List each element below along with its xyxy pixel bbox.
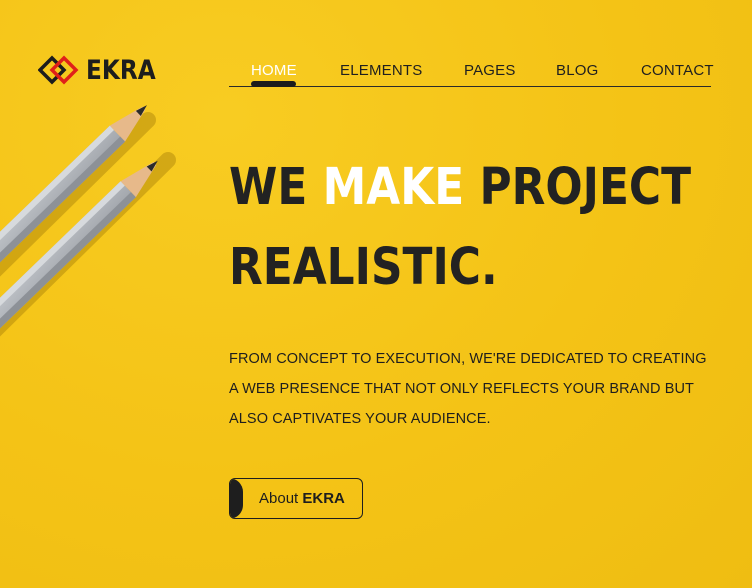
nav-active-indicator bbox=[251, 81, 296, 87]
description-line-2: A WEB PRESENCE THAT NOT ONLY REFLECTS YO… bbox=[229, 381, 695, 397]
about-button[interactable]: About EKRA bbox=[229, 478, 363, 519]
hero-word-we: WE bbox=[229, 158, 308, 217]
about-button-text: About bbox=[259, 490, 299, 507]
brand-name: EKRA bbox=[86, 54, 156, 86]
description-line-1: FROM CONCEPT TO EXECUTION, WE'RE DEDICAT… bbox=[229, 351, 707, 367]
hero-section: EKRA HOME ELEMENTS PAGES BLOG CONTACT WE… bbox=[0, 0, 752, 588]
interlocking-diamonds-icon bbox=[38, 55, 79, 85]
hero-description: FROM CONCEPT TO EXECUTION, WE'RE DEDICAT… bbox=[229, 344, 709, 434]
about-button-brand: EKRA bbox=[302, 490, 345, 507]
hero-word-make: MAKE bbox=[322, 158, 465, 217]
nav-home[interactable]: HOME bbox=[251, 62, 297, 79]
description-line-3: ALSO CAPTIVATES YOUR AUDIENCE. bbox=[229, 411, 491, 427]
button-half-circle-icon bbox=[230, 479, 243, 518]
nav-contact[interactable]: CONTACT bbox=[641, 62, 714, 79]
nav-elements[interactable]: ELEMENTS bbox=[340, 62, 422, 79]
hero-line-1: WE MAKE PROJECT bbox=[229, 148, 691, 228]
hero-line-2: REALISTIC. bbox=[229, 238, 498, 297]
about-button-label: About EKRA bbox=[259, 490, 345, 507]
nav-blog[interactable]: BLOG bbox=[556, 62, 598, 79]
pencils-image bbox=[0, 105, 176, 350]
brand-logo[interactable]: EKRA bbox=[38, 54, 167, 86]
hero-word-project: PROJECT bbox=[479, 158, 692, 217]
main-nav: HOME ELEMENTS PAGES BLOG CONTACT bbox=[229, 58, 714, 87]
nav-pages[interactable]: PAGES bbox=[464, 62, 516, 79]
hero-headline: WE MAKE PROJECT REALISTIC. bbox=[229, 148, 752, 308]
